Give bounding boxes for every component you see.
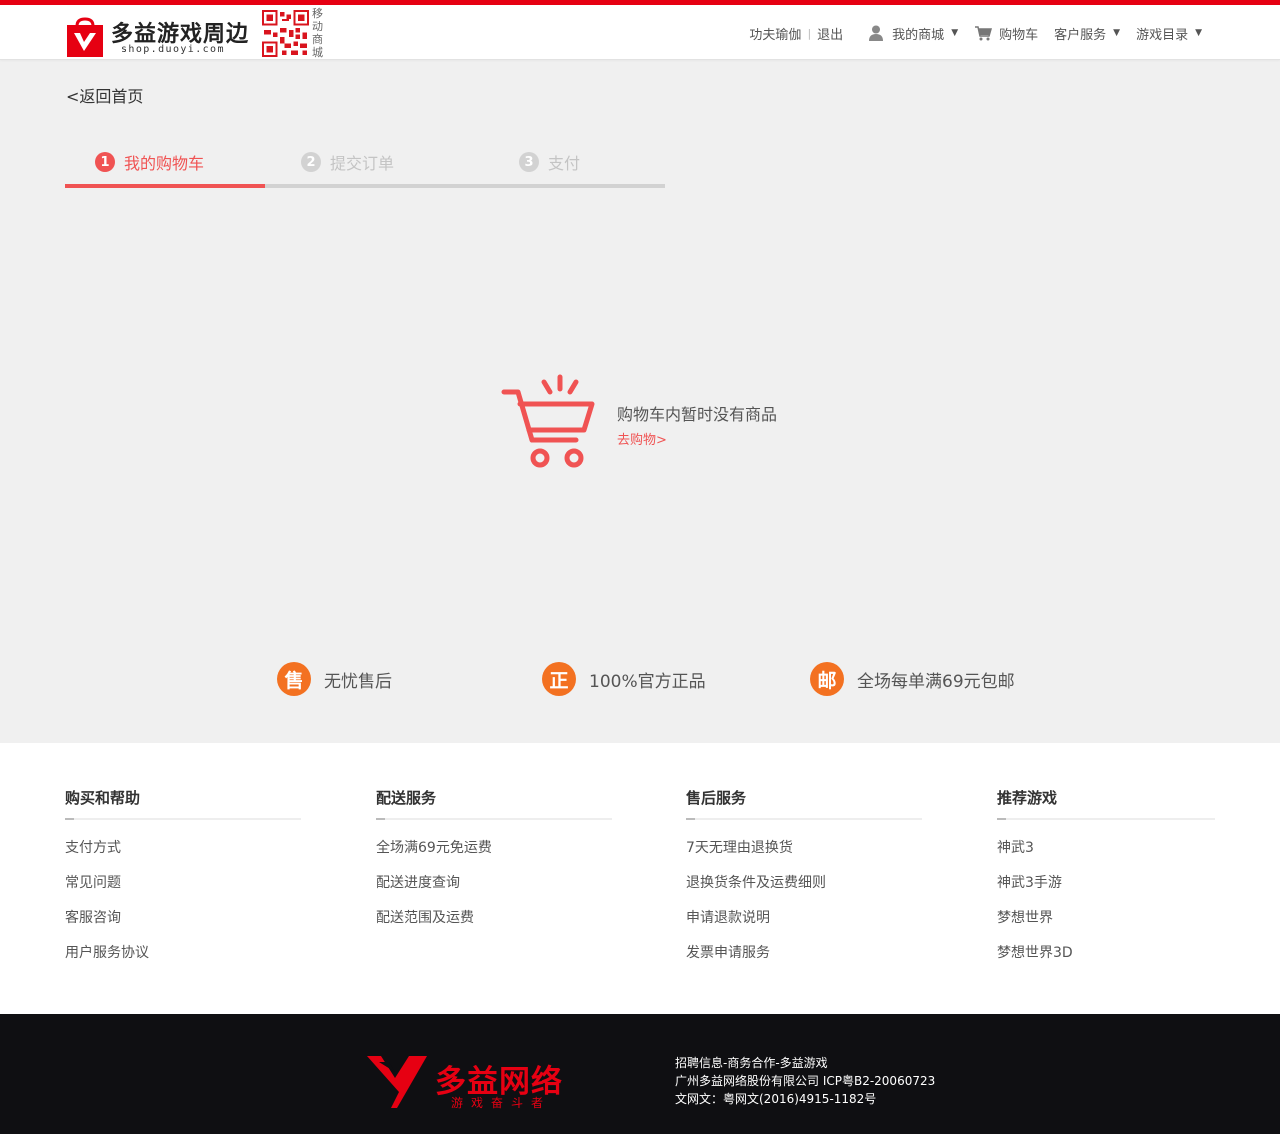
footer-link[interactable]: 全场满69元免运费 (376, 839, 612, 874)
footer-link[interactable]: 客服咨询 (65, 909, 301, 944)
step-number: 2 (301, 152, 321, 172)
footer-column-title: 配送服务 (376, 789, 437, 807)
site-logo[interactable]: 多益游戏周边 shop.duoyi.com (65, 10, 248, 58)
badge-icon: 售 (277, 662, 311, 696)
guarantee-after-sale: 售 无忧售后 (277, 662, 392, 696)
badge-icon: 邮 (810, 662, 844, 696)
nav-separator: | (807, 26, 812, 40)
divider (997, 818, 1215, 820)
divider (686, 818, 922, 820)
back-home-link[interactable]: <返回首页 (66, 83, 143, 107)
footer-link[interactable]: 配送范围及运费 (376, 909, 612, 944)
chevron-down-icon: ▼ (1113, 28, 1121, 38)
footer-link[interactable]: 配送进度查询 (376, 874, 612, 909)
company-links[interactable]: 招聘信息-商务合作-多益游戏 (675, 1054, 935, 1072)
empty-cart-icon (501, 374, 595, 468)
footer-links: 购买和帮助 支付方式 常见问题 客服咨询 用户服务协议 配送服务 全场满69元免… (0, 743, 1280, 1014)
step-label: 我的购物车 (124, 154, 205, 173)
steps-progress-active (65, 184, 265, 188)
duoyi-logo: 多益网络 游戏奋斗者 (365, 1050, 585, 1110)
site-header: 多益游戏周边 shop.duoyi.com 移动商城 功夫瑜伽 | 退出 我的商… (0, 5, 1280, 60)
company-info: 招聘信息-商务合作-多益游戏 广州多益网络股份有限公司 ICP粤B2-20060… (675, 1054, 935, 1108)
step-submit-order: 2 提交订单 (301, 151, 394, 173)
footer-column-title: 推荐游戏 (997, 789, 1058, 807)
my-mall-menu[interactable]: 我的商城 ▼ (867, 24, 958, 43)
footer-link[interactable]: 用户服务协议 (65, 944, 301, 979)
duoyi-emblem-icon (367, 1056, 427, 1108)
go-shopping-link[interactable]: 去购物> (617, 429, 667, 448)
footer-link[interactable]: 梦想世界3D (997, 944, 1215, 979)
footer-column-title: 售后服务 (686, 789, 747, 807)
footer-link[interactable]: 梦想世界 (997, 909, 1215, 944)
footer-column-games: 推荐游戏 神武3 神武3手游 梦想世界 梦想世界3D (997, 787, 1215, 979)
footer-link[interactable]: 支付方式 (65, 839, 301, 874)
user-icon (869, 25, 884, 41)
footer-column-delivery: 配送服务 全场满69元免运费 配送进度查询 配送范围及运费 (376, 787, 612, 944)
footer-link[interactable]: 7天无理由退换货 (686, 839, 922, 874)
chevron-down-icon: ▼ (951, 28, 959, 38)
mobile-mall-label: 移动商城 (312, 7, 323, 59)
qr-code-icon (262, 10, 309, 57)
divider (376, 818, 612, 820)
cart-label: 购物车 (999, 27, 1039, 43)
footer-column-after-sale: 售后服务 7天无理由退换货 退换货条件及运费细则 申请退款说明 发票申请服务 (686, 787, 922, 979)
footer-link[interactable]: 神武3 (997, 839, 1215, 874)
footer-link[interactable]: 退换货条件及运费细则 (686, 874, 922, 909)
chevron-down-icon: ▼ (1195, 28, 1202, 38)
top-nav: 功夫瑜伽 | 退出 我的商城 ▼ 购物车 客户服务 ▼ 游戏目录 ▼ (749, 21, 1202, 45)
footer-column-title: 购买和帮助 (65, 789, 141, 807)
company-icp: 广州多益网络股份有限公司 ICP粤B2-20060723 (675, 1074, 936, 1088)
checkout-steps: 1 我的购物车 2 提交订单 3 支付 (65, 146, 665, 188)
logo-domain: shop.duoyi.com (121, 44, 225, 55)
footer-link[interactable]: 发票申请服务 (686, 944, 922, 979)
game-catalog-menu[interactable]: 游戏目录 ▼ (1136, 24, 1202, 43)
divider (65, 818, 301, 820)
step-my-cart: 1 我的购物车 (95, 151, 204, 173)
empty-cart-message: 购物车内暂时没有商品 (617, 405, 778, 424)
username-link[interactable]: 功夫瑜伽 (749, 24, 801, 43)
logout-link[interactable]: 退出 (817, 24, 843, 43)
step-label: 支付 (548, 154, 581, 173)
cart-link[interactable]: 购物车 (974, 24, 1038, 43)
footer-link[interactable]: 神武3手游 (997, 874, 1215, 909)
footer-column-help: 购买和帮助 支付方式 常见问题 客服咨询 用户服务协议 (65, 787, 301, 979)
footer-link[interactable]: 常见问题 (65, 874, 301, 909)
badge-icon: 正 (542, 662, 576, 696)
footer-link[interactable]: 申请退款说明 (686, 909, 922, 944)
step-number: 3 (519, 152, 539, 172)
empty-cart-panel: 购物车内暂时没有商品 去购物> (500, 372, 820, 472)
shopping-bag-logo-icon (67, 17, 103, 57)
step-number: 1 (95, 152, 115, 172)
step-payment: 3 支付 (519, 151, 580, 173)
guarantee-text: 无忧售后 (324, 671, 392, 692)
guarantee-text: 100%官方正品 (589, 671, 706, 692)
guarantee-text: 全场每单满69元包邮 (857, 671, 1015, 692)
bottom-bar: 多益网络 游戏奋斗者 招聘信息-商务合作-多益游戏 广州多益网络股份有限公司 I… (0, 1014, 1280, 1134)
customer-service-menu[interactable]: 客户服务 ▼ (1054, 24, 1120, 43)
guarantee-free-shipping: 邮 全场每单满69元包邮 (810, 662, 1015, 696)
customer-service-label: 客户服务 (1054, 27, 1107, 43)
guarantee-authentic: 正 100%官方正品 (542, 662, 706, 696)
duoyi-slogan: 游戏奋斗者 (451, 1096, 552, 1110)
step-label: 提交订单 (330, 154, 395, 173)
my-mall-label: 我的商城 (892, 27, 945, 43)
cart-icon (975, 26, 993, 41)
company-license: 文网文：粤网文(2016)4915-1182号 (675, 1092, 877, 1106)
game-catalog-label: 游戏目录 (1136, 27, 1189, 43)
